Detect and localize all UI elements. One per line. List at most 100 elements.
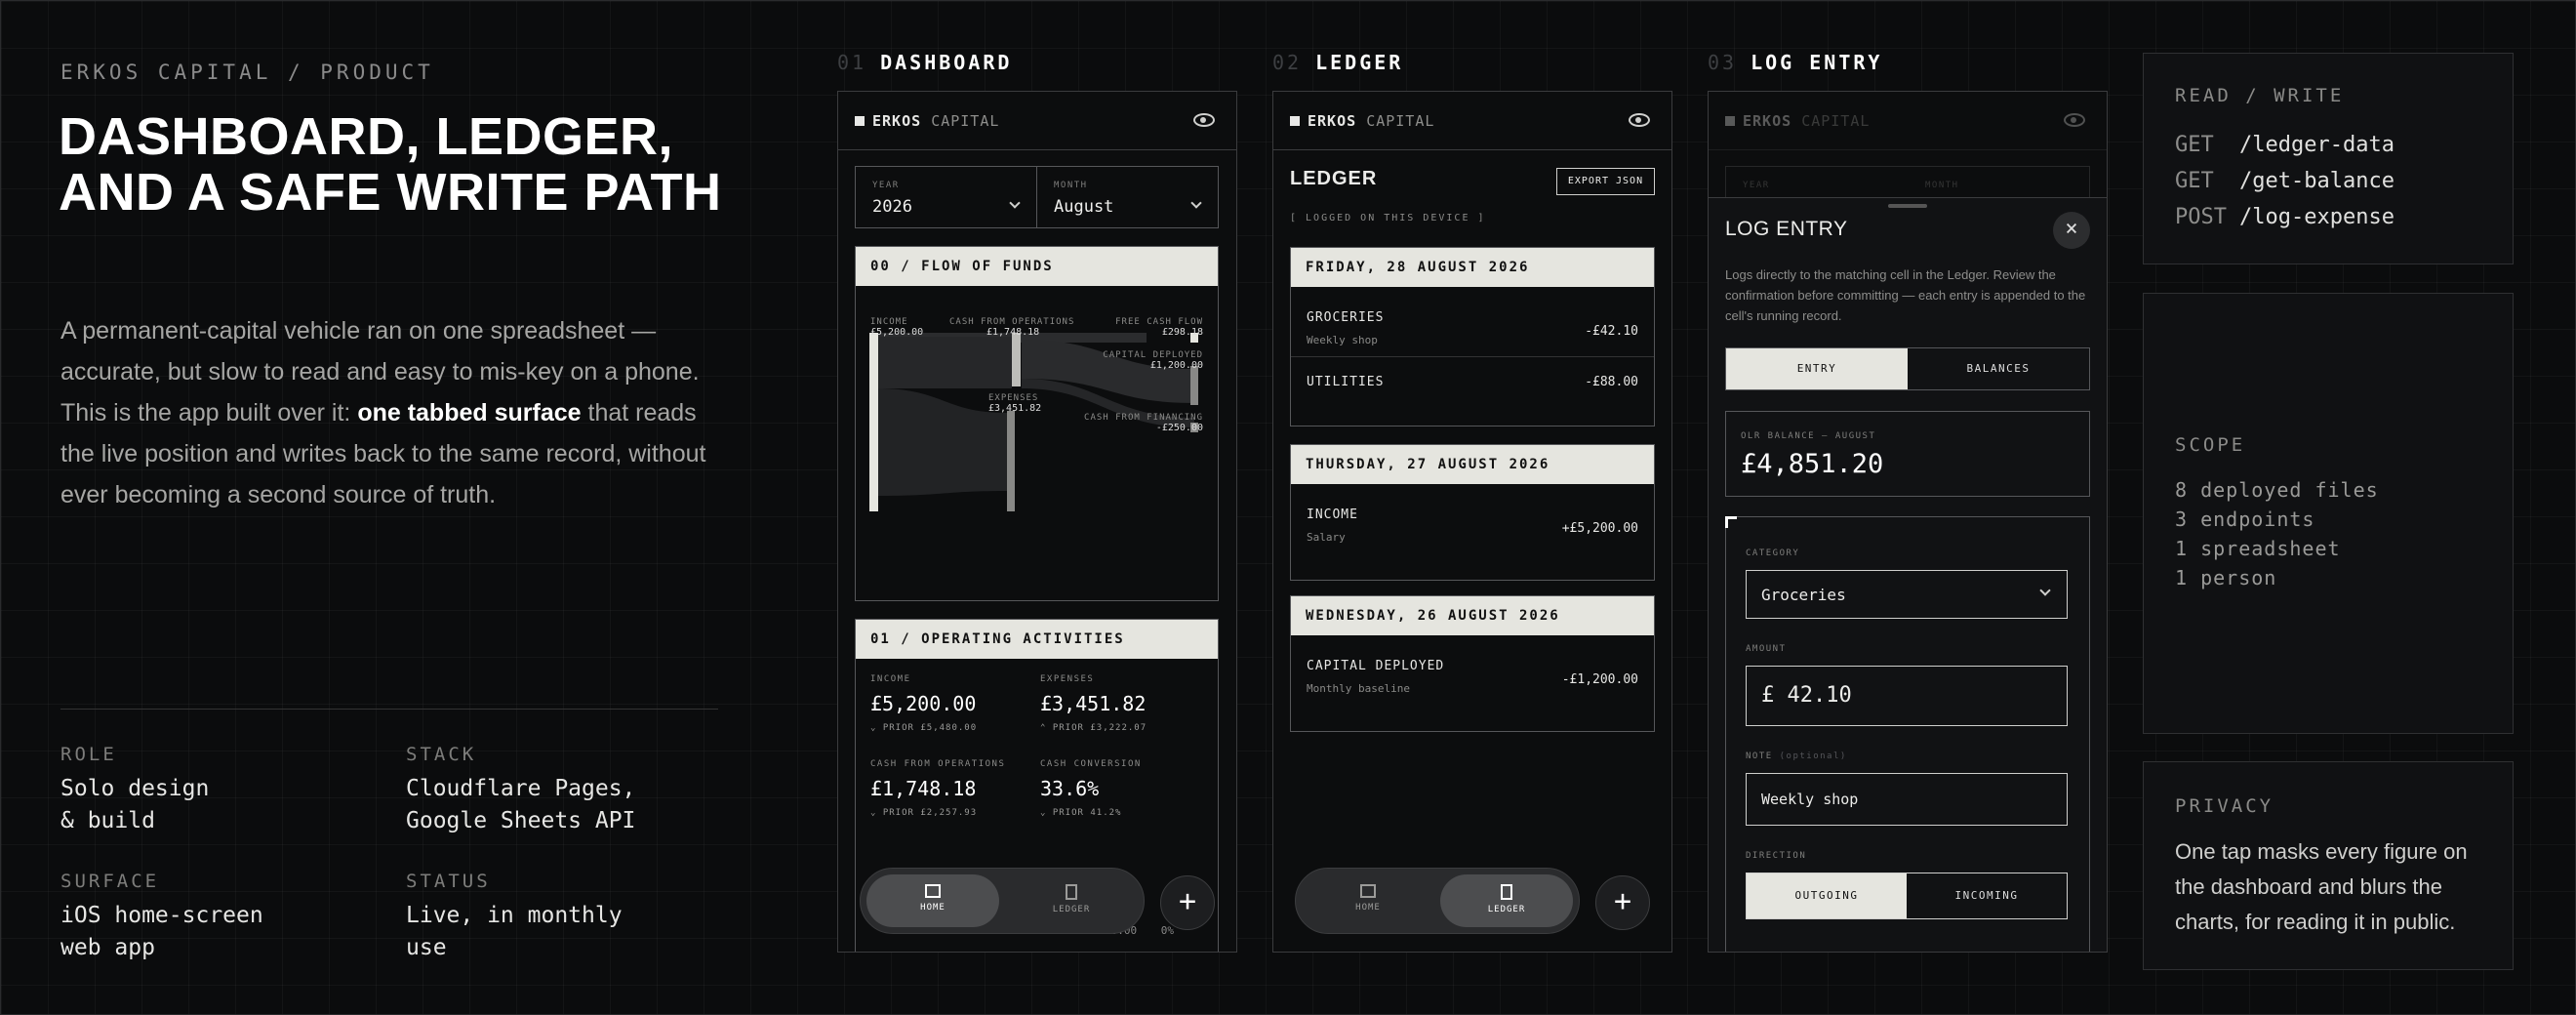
brand-logo: ERKOS CAPITAL <box>855 112 999 130</box>
api-endpoint: GET/get-balance <box>2175 163 2395 199</box>
add-entry-button[interactable]: + <box>1160 875 1215 930</box>
amount-value: £ 42.10 <box>1761 683 1852 708</box>
year-select[interactable]: YEAR 2026 <box>855 166 1037 228</box>
role-key: ROLE <box>60 744 117 765</box>
export-json-button[interactable]: EXPORT JSON <box>1556 168 1655 195</box>
tab-bar: HOME LEDGER <box>1295 868 1580 934</box>
row-name: CAPITAL DEPLOYED <box>1307 659 1445 673</box>
scope-key: SCOPE <box>2175 434 2246 456</box>
home-icon <box>1360 884 1376 898</box>
trend-icon: ⌃ <box>1040 723 1047 733</box>
category-label: CATEGORY <box>1746 548 1800 558</box>
trend-icon: ⌄ <box>870 808 877 818</box>
day-header: WEDNESDAY, 26 AUGUST 2026 <box>1291 596 1654 635</box>
income-label: INCOME <box>870 317 908 327</box>
scope-panel: SCOPE 8 deployed files 3 endpoints 1 sprea… <box>2143 293 2514 734</box>
day-header: THURSDAY, 27 AUGUST 2026 <box>1291 445 1654 484</box>
year-label: YEAR <box>872 181 900 190</box>
cfo-value: £1,748.18 <box>986 327 1040 338</box>
ledger-title: LEDGER <box>1290 168 1378 189</box>
balance-label: OLR BALANCE — AUGUST <box>1741 431 1876 441</box>
chevron-down-icon <box>1009 197 1021 209</box>
row-name: INCOME <box>1307 508 1358 522</box>
row-sub: Weekly shop <box>1307 334 1378 346</box>
ledger-note: [ LOGGED ON THIS DEVICE ] <box>1290 213 1486 223</box>
direction-toggle: OUTGOING INCOMING <box>1746 873 2068 919</box>
ops-title: 01 / OPERATING ACTIVITIES <box>856 620 1218 659</box>
day-header: FRIDAY, 28 AUGUST 2026 <box>1291 248 1654 287</box>
eye-icon[interactable] <box>1193 113 1215 127</box>
log-entry-sheet: LOG ENTRY × Logs directly to the matchin… <box>1709 197 2107 952</box>
note-input[interactable]: Weekly shop <box>1746 773 2068 826</box>
intro-bold: one tabbed surface <box>357 399 582 426</box>
api-method: GET <box>2175 169 2214 193</box>
prior-value: PRIOR 41.2% <box>1052 808 1122 818</box>
tab-balances[interactable]: BALANCES <box>1908 348 2089 389</box>
month-value: August <box>1054 197 1114 217</box>
app-header: ERKOS CAPITAL <box>1709 92 2107 150</box>
balance-value: £4,851.20 <box>1741 449 1884 479</box>
financing-label: CASH FROM FINANCING <box>1084 413 1203 423</box>
stack-value: Cloudflare Pages, Google Sheets API <box>406 776 636 833</box>
row-sub: Salary <box>1307 531 1346 544</box>
phone-heading-log-entry: 03 LOG ENTRY <box>1708 51 1882 74</box>
category-select[interactable]: Groceries <box>1746 570 2068 619</box>
ledger-row[interactable]: UTILITIES -£88.00 <box>1291 357 1654 427</box>
amount-input[interactable]: £ 42.10 <box>1746 666 2068 726</box>
heading-num: 01 <box>837 51 867 74</box>
tab-ledger[interactable]: LEDGER <box>1005 874 1138 927</box>
sheet-handle[interactable] <box>1888 204 1927 208</box>
capital-value: £1,200.00 <box>1149 360 1203 371</box>
phone-heading-ledger: 02 LEDGER <box>1272 51 1403 74</box>
privacy-panel: PRIVACY One tap masks every figure on th… <box>2143 761 2514 970</box>
heading-num: 03 <box>1708 51 1738 74</box>
phone-dashboard: ERKOS CAPITAL YEAR 2026 MONTH August 00 … <box>837 91 1237 953</box>
close-button[interactable]: × <box>2053 212 2090 249</box>
fcf-label: FREE CASH FLOW <box>1115 317 1203 327</box>
cfo-bar <box>1012 333 1021 386</box>
segmented-control: ENTRY BALANCES <box>1725 347 2090 390</box>
expenses-label: EXPENSES <box>988 393 1039 403</box>
tab-home-label: HOME <box>920 903 946 913</box>
scope-item: 8 deployed files <box>2175 478 2379 502</box>
api-endpoint: GET/ledger-data <box>2175 127 2395 163</box>
tab-home[interactable]: HOME <box>866 874 999 927</box>
app-header: ERKOS CAPITAL <box>838 92 1236 150</box>
role-value: Solo design & build <box>60 776 210 833</box>
ledger-row[interactable]: CAPITAL DEPLOYED Monthly baseline -£1,200.… <box>1291 635 1654 706</box>
app-header: ERKOS CAPITAL <box>1273 92 1671 150</box>
api-path: /ledger-data <box>2239 133 2395 157</box>
ledger-row[interactable]: INCOME Salary +£5,200.00 <box>1291 484 1654 554</box>
tab-home[interactable]: HOME <box>1302 874 1434 927</box>
surface-value: iOS home-screen web app <box>60 903 263 960</box>
row-amount: +£5,200.00 <box>1561 521 1638 536</box>
month-select[interactable]: MONTH August <box>1036 166 1219 228</box>
scope-list: 8 deployed files 3 endpoints 1 spreadsheet… <box>2175 475 2379 592</box>
tab-ledger-label: LEDGER <box>1487 905 1526 914</box>
note-value: Weekly shop <box>1761 791 1859 808</box>
heading-title: LEDGER <box>1315 51 1404 74</box>
add-entry-button[interactable]: + <box>1595 875 1650 930</box>
tab-home-label: HOME <box>1355 903 1381 913</box>
intro-paragraph: A permanent-capital vehicle ran on one s… <box>60 310 724 515</box>
month-label: MONTH <box>1925 181 1959 190</box>
tab-entry[interactable]: ENTRY <box>1726 348 1908 389</box>
eye-icon[interactable] <box>1629 113 1650 127</box>
trend-icon: ⌄ <box>1040 808 1047 818</box>
tab-bar: HOME LEDGER <box>860 868 1145 934</box>
status-value: Live, in monthly use <box>406 903 623 960</box>
ledger-row[interactable]: GROCERIES Weekly shop -£42.10 <box>1291 287 1654 357</box>
incoming-option[interactable]: INCOMING <box>1907 873 2067 918</box>
row-name: GROCERIES <box>1307 310 1385 325</box>
outgoing-option[interactable]: OUTGOING <box>1747 873 1907 918</box>
heading-title: DASHBOARD <box>880 51 1013 74</box>
metric-prior: ⌄ PRIOR £2,257.93 <box>870 808 1005 818</box>
tab-ledger[interactable]: LEDGER <box>1440 874 1573 927</box>
income-bar <box>869 333 878 511</box>
entry-form: CATEGORY Groceries AMOUNT £ 42.10 NOTE (… <box>1725 516 2090 952</box>
cfo-label: CASH FROM OPERATIONS <box>949 317 1075 327</box>
phone-ledger: ERKOS CAPITAL LEDGER EXPORT JSON [ LOGGE… <box>1272 91 1672 953</box>
scope-item: 1 person <box>2175 566 2277 589</box>
flow-title: 00 / FLOW OF FUNDS <box>856 247 1218 286</box>
expenses-value: £3,451.82 <box>988 403 1042 414</box>
